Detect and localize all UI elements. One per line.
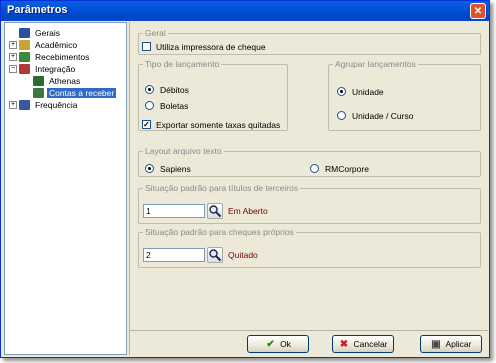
- settings-tree: Gerais + Acadêmico + Recebimentos − Inte…: [4, 22, 127, 355]
- radio-boletas-label: Boletas: [160, 101, 189, 111]
- settings-panel: Geral Utiliza impressora de cheque Tipo …: [129, 22, 488, 355]
- tree-item-recebimentos[interactable]: + Recebimentos: [9, 51, 91, 63]
- parameters-window: Parâmetros ✕ Gerais + Acadêmico + Recebi…: [0, 0, 490, 358]
- layout-arquivo-group: Layout arquivo texto Sapiens RMCorpore: [138, 146, 481, 177]
- tree-item-label: Contas a receber: [47, 88, 117, 98]
- tree-item-label: Integração: [35, 64, 76, 74]
- settings-icon: [19, 28, 30, 38]
- radio-boletas[interactable]: [145, 101, 154, 110]
- radio-sapiens[interactable]: [145, 164, 154, 173]
- expand-toggle[interactable]: +: [9, 41, 17, 49]
- tree-item-integracao[interactable]: − Integração: [9, 63, 77, 75]
- export-paid-label: Exportar somente taxas quitadas: [156, 120, 281, 130]
- accounts-icon: [33, 88, 44, 98]
- search-cheques-button[interactable]: [207, 247, 223, 263]
- apply-button[interactable]: ▣ Aplicar: [420, 335, 482, 353]
- integration-icon: [19, 64, 30, 74]
- tree-item-label: Athenas: [49, 76, 81, 86]
- collapse-toggle[interactable]: −: [9, 65, 17, 73]
- apply-icon: ▣: [431, 338, 441, 350]
- radio-unidade-curso[interactable]: [337, 111, 346, 120]
- radio-selected-dot: [340, 90, 343, 93]
- attendance-icon: [19, 100, 30, 110]
- search-icon: [209, 205, 222, 218]
- cancel-label: Cancelar: [353, 339, 388, 349]
- academic-icon: [19, 40, 30, 50]
- situacao-terceiros-group: Situação padrão para títulos de terceiro…: [138, 183, 481, 224]
- radio-debitos-label: Débitos: [160, 85, 189, 95]
- apply-label: Aplicar: [445, 339, 472, 349]
- radio-debitos[interactable]: [145, 85, 154, 94]
- agrupar-lancamentos-group: Agrupar lançamentos Unidade Unidade / Cu…: [328, 59, 481, 131]
- receipts-icon: [19, 52, 30, 62]
- window-title: Parâmetros: [7, 4, 68, 16]
- cheques-status-text: Quitado: [228, 250, 258, 260]
- radio-selected-dot: [148, 167, 151, 170]
- ok-label: Ok: [280, 339, 291, 349]
- expand-toggle[interactable]: +: [9, 53, 17, 61]
- search-terceiros-button[interactable]: [207, 203, 223, 219]
- radio-selected-dot: [148, 88, 151, 91]
- cancel-icon: ✖: [339, 338, 349, 350]
- printer-check-label: Utiliza impressora de cheque: [156, 42, 266, 52]
- check-icon: ✔: [266, 338, 275, 350]
- expand-toggle[interactable]: +: [9, 101, 17, 109]
- situacao-cheques-group: Situação padrão para cheques próprios 2 …: [138, 227, 481, 268]
- cancel-button[interactable]: ✖ Cancelar: [332, 335, 394, 353]
- radio-rmcorpore[interactable]: [310, 164, 319, 173]
- geral-group: Geral Utiliza impressora de cheque: [138, 28, 481, 55]
- tree-item-gerais[interactable]: Gerais: [9, 27, 62, 39]
- situacao-terceiros-input[interactable]: 1: [143, 204, 205, 218]
- group-legend: Situação padrão para cheques próprios: [143, 227, 296, 237]
- tipo-lancamento-group: Tipo de lançamento Débitos Boletas ✓ Exp…: [138, 59, 288, 131]
- tree-item-label: Frequência: [35, 100, 78, 110]
- situacao-cheques-input[interactable]: 2: [143, 248, 205, 262]
- radio-rmcorpore-label: RMCorpore: [325, 164, 369, 174]
- tree-item-academico[interactable]: + Acadêmico: [9, 39, 79, 51]
- button-bar: ✔ Ok ✖ Cancelar ▣ Aplicar: [129, 330, 488, 355]
- export-paid-checkbox[interactable]: ✓: [142, 120, 151, 129]
- close-button[interactable]: ✕: [470, 3, 486, 19]
- tree-item-frequencia[interactable]: + Frequência: [9, 99, 80, 111]
- tree-item-label: Gerais: [35, 28, 61, 38]
- title-bar[interactable]: Parâmetros ✕: [1, 1, 489, 21]
- tree-item-label: Acadêmico: [35, 40, 78, 50]
- tree-item-athenas[interactable]: Athenas: [33, 75, 82, 87]
- tree-item-contas-a-receber[interactable]: Contas a receber: [33, 87, 117, 99]
- athenas-icon: [33, 76, 44, 86]
- radio-unidade[interactable]: [337, 87, 346, 96]
- group-legend: Layout arquivo texto: [143, 146, 224, 156]
- radio-unidade-label: Unidade: [352, 87, 384, 97]
- radio-unidade-curso-label: Unidade / Curso: [352, 111, 414, 121]
- group-legend: Geral: [143, 28, 168, 38]
- ok-button[interactable]: ✔ Ok: [247, 335, 309, 353]
- tree-item-label: Recebimentos: [35, 52, 90, 62]
- radio-sapiens-label: Sapiens: [160, 164, 191, 174]
- terceiros-status-text: Em Aberto: [228, 206, 268, 216]
- search-icon: [209, 249, 222, 262]
- group-legend: Situação padrão para títulos de terceiro…: [143, 183, 301, 193]
- printer-check-checkbox[interactable]: [142, 42, 151, 51]
- group-legend: Agrupar lançamentos: [333, 59, 418, 69]
- group-legend: Tipo de lançamento: [143, 59, 222, 69]
- close-icon: ✕: [473, 5, 483, 17]
